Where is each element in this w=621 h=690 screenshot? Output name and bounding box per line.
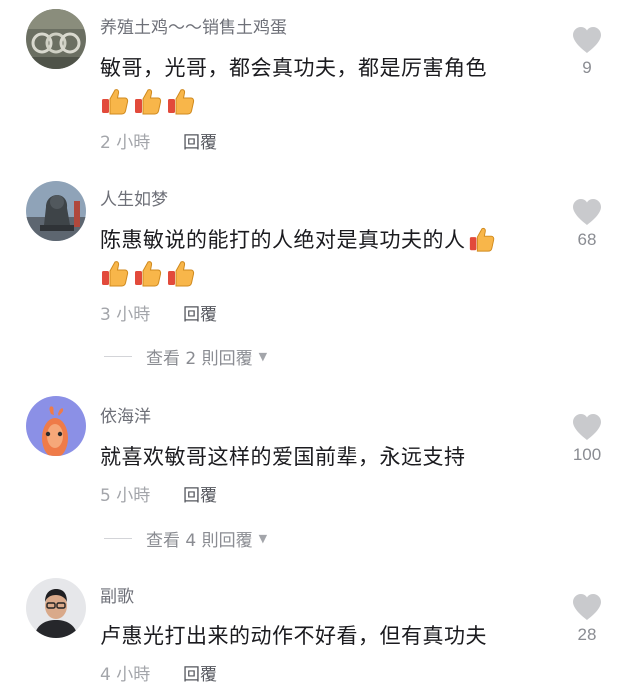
like-count: 9 (582, 58, 592, 77)
like-count: 100 (572, 445, 602, 464)
comment-text: 卢惠光打出来的动作不好看，但有真功夫 (100, 624, 487, 648)
emoji-row (100, 258, 196, 288)
like-count: 68 (577, 230, 597, 249)
comment-text: 就喜欢敏哥这样的爱国前辈，永远支持 (100, 445, 466, 469)
avatar[interactable] (26, 396, 86, 456)
like-button[interactable]: 28 (566, 593, 608, 645)
heart-icon (573, 414, 601, 440)
like-button[interactable]: 68 (566, 198, 608, 250)
timestamp: 5 小時 (100, 486, 151, 506)
avatar[interactable] (26, 181, 86, 241)
like-button[interactable]: 100 (566, 413, 608, 465)
view-replies-button[interactable]: 查看 2 則回覆 ▼ (104, 344, 267, 369)
divider (104, 356, 132, 357)
username[interactable]: 依海洋 (100, 402, 151, 427)
heart-icon (573, 594, 601, 620)
thumbs-up-icon (135, 89, 162, 115)
timestamp: 2 小時 (100, 133, 151, 153)
avatar[interactable] (26, 9, 86, 69)
thumbs-up-icon (102, 89, 129, 115)
thumbs-up-icon (102, 261, 129, 287)
caret-down-icon: ▼ (258, 532, 268, 545)
timestamp: 3 小時 (100, 305, 151, 325)
emoji-row (100, 86, 196, 116)
thumbs-up-icon (168, 261, 195, 287)
reply-button[interactable]: 回覆 (183, 128, 217, 153)
timestamp: 4 小時 (100, 665, 151, 685)
username[interactable]: 副歌 (100, 582, 134, 607)
comment-text: 陈惠敏说的能打的人绝对是真功夫的人 (100, 224, 496, 254)
heart-icon (573, 199, 601, 225)
thumbs-up-icon (135, 261, 162, 287)
avatar[interactable] (26, 578, 86, 638)
view-replies-label: 查看 2 則回覆 (146, 349, 253, 369)
like-button[interactable]: 9 (566, 26, 608, 78)
view-replies-button[interactable]: 查看 4 則回覆 ▼ (104, 526, 267, 551)
comment-text: 敏哥，光哥，都会真功夫，都是厉害角色 (100, 56, 487, 80)
view-replies-label: 查看 4 則回覆 (146, 531, 253, 551)
reply-button[interactable]: 回覆 (183, 300, 217, 325)
comment-text-body: 陈惠敏说的能打的人绝对是真功夫的人 (100, 228, 466, 252)
like-count: 28 (577, 625, 597, 644)
caret-down-icon: ▼ (258, 350, 268, 363)
reply-button[interactable]: 回覆 (183, 481, 217, 506)
reply-button[interactable]: 回覆 (183, 660, 217, 685)
username[interactable]: 养殖土鸡～～销售土鸡蛋 (100, 13, 287, 38)
divider (104, 538, 132, 539)
heart-icon (573, 27, 601, 53)
username[interactable]: 人生如梦 (100, 185, 168, 210)
thumbs-up-icon (469, 227, 494, 252)
thumbs-up-icon (168, 89, 195, 115)
